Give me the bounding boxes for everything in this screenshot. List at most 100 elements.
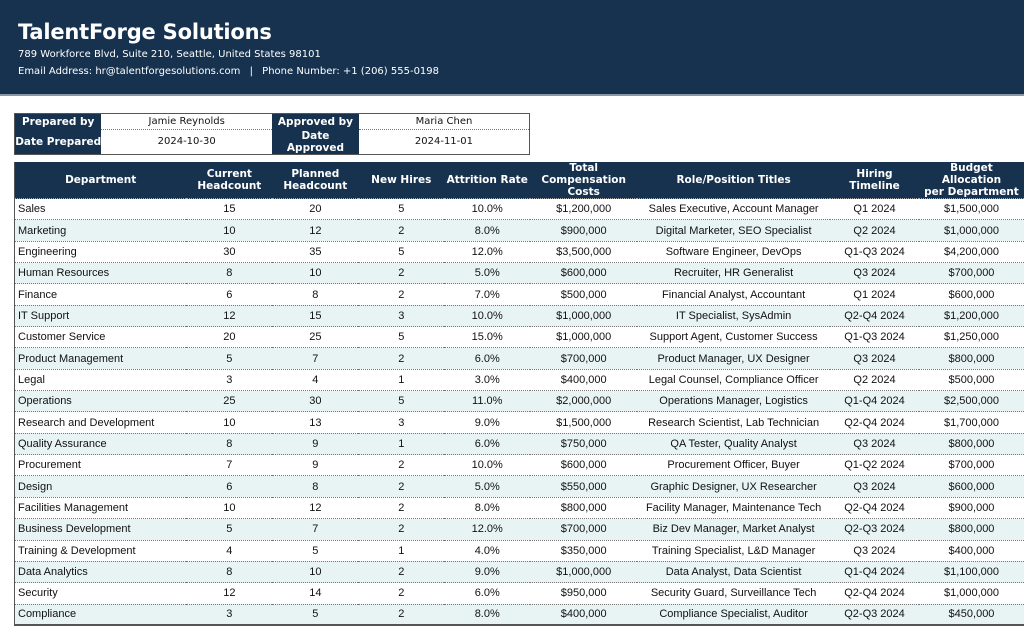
- cell-department: Design: [15, 476, 187, 497]
- cell-total-compensation: $750,000: [530, 433, 637, 454]
- approval-table: Prepared by Jamie Reynolds Approved by M…: [14, 113, 530, 155]
- cell-new-hires: 2: [358, 561, 444, 582]
- table-row: Facilities Management101228.0%$800,000Fa…: [15, 497, 1024, 518]
- cell-new-hires: 2: [358, 583, 444, 604]
- cell-new-hires: 2: [358, 604, 444, 625]
- prepared-by-label: Prepared by: [15, 114, 102, 130]
- cell-planned-headcount: 5: [272, 604, 358, 625]
- table-header-row: Department CurrentHeadcount PlannedHeadc…: [15, 162, 1024, 199]
- cell-department: Training & Development: [15, 540, 187, 561]
- cell-current-headcount: 15: [186, 199, 272, 220]
- cell-budget-allocation: $1,000,000: [919, 583, 1024, 604]
- cell-attrition-rate: 8.0%: [444, 497, 530, 518]
- cell-planned-headcount: 10: [272, 561, 358, 582]
- cell-hiring-timeline: Q1-Q3 2024: [830, 327, 919, 348]
- cell-attrition-rate: 4.0%: [444, 540, 530, 561]
- cell-hiring-timeline: Q1-Q4 2024: [830, 561, 919, 582]
- cell-planned-headcount: 8: [272, 284, 358, 305]
- cell-budget-allocation: $800,000: [919, 348, 1024, 369]
- cell-hiring-timeline: Q3 2024: [830, 433, 919, 454]
- cell-role-titles: Graphic Designer, UX Researcher: [637, 476, 830, 497]
- cell-attrition-rate: 3.0%: [444, 369, 530, 390]
- cell-budget-allocation: $1,500,000: [919, 199, 1024, 220]
- cell-total-compensation: $950,000: [530, 583, 637, 604]
- table-body: Sales1520510.0%$1,200,000Sales Executive…: [15, 199, 1024, 626]
- cell-new-hires: 2: [358, 455, 444, 476]
- cell-current-headcount: 6: [186, 284, 272, 305]
- cell-new-hires: 5: [358, 327, 444, 348]
- cell-planned-headcount: 9: [272, 433, 358, 454]
- table-row: Business Development57212.0%$700,000Biz …: [15, 519, 1024, 540]
- header-budget-allocation: Budget Allocationper Department: [919, 162, 1024, 199]
- cell-hiring-timeline: Q2 2024: [830, 220, 919, 241]
- workforce-plan-table: Department CurrentHeadcount PlannedHeadc…: [14, 162, 1024, 626]
- cell-hiring-timeline: Q2-Q4 2024: [830, 497, 919, 518]
- cell-planned-headcount: 15: [272, 305, 358, 326]
- cell-current-headcount: 8: [186, 263, 272, 284]
- cell-total-compensation: $550,000: [530, 476, 637, 497]
- cell-role-titles: Software Engineer, DevOps: [637, 241, 830, 262]
- cell-hiring-timeline: Q2 2024: [830, 369, 919, 390]
- cell-budget-allocation: $4,200,000: [919, 241, 1024, 262]
- cell-budget-allocation: $1,250,000: [919, 327, 1024, 348]
- cell-new-hires: 2: [358, 263, 444, 284]
- cell-department: Legal: [15, 369, 187, 390]
- cell-hiring-timeline: Q1-Q3 2024: [830, 241, 919, 262]
- cell-hiring-timeline: Q3 2024: [830, 348, 919, 369]
- table-row: Legal3413.0%$400,000Legal Counsel, Compl…: [15, 369, 1024, 390]
- cell-budget-allocation: $600,000: [919, 284, 1024, 305]
- cell-current-headcount: 5: [186, 348, 272, 369]
- cell-hiring-timeline: Q1 2024: [830, 199, 919, 220]
- header-new-hires: New Hires: [358, 162, 444, 199]
- table-row: Procurement79210.0%$600,000Procurement O…: [15, 455, 1024, 476]
- cell-hiring-timeline: Q2-Q4 2024: [830, 412, 919, 433]
- cell-current-headcount: 6: [186, 476, 272, 497]
- cell-attrition-rate: 12.0%: [444, 241, 530, 262]
- header-total-compensation: Total CompensationCosts: [530, 162, 637, 199]
- cell-budget-allocation: $2,500,000: [919, 391, 1024, 412]
- cell-department: Facilities Management: [15, 497, 187, 518]
- cell-department: Customer Service: [15, 327, 187, 348]
- cell-department: Human Resources: [15, 263, 187, 284]
- contact-separator: |: [250, 66, 253, 77]
- cell-hiring-timeline: Q1 2024: [830, 284, 919, 305]
- cell-budget-allocation: $800,000: [919, 519, 1024, 540]
- table-row: Operations2530511.0%$2,000,000Operations…: [15, 391, 1024, 412]
- cell-current-headcount: 20: [186, 327, 272, 348]
- cell-total-compensation: $400,000: [530, 369, 637, 390]
- cell-total-compensation: $350,000: [530, 540, 637, 561]
- cell-new-hires: 2: [358, 476, 444, 497]
- cell-current-headcount: 3: [186, 369, 272, 390]
- cell-current-headcount: 7: [186, 455, 272, 476]
- cell-planned-headcount: 7: [272, 519, 358, 540]
- cell-budget-allocation: $1,000,000: [919, 220, 1024, 241]
- table-row: Human Resources81025.0%$600,000Recruiter…: [15, 263, 1024, 284]
- cell-attrition-rate: 11.0%: [444, 391, 530, 412]
- cell-department: IT Support: [15, 305, 187, 326]
- cell-current-headcount: 10: [186, 412, 272, 433]
- table-row: Finance6827.0%$500,000Financial Analyst,…: [15, 284, 1024, 305]
- cell-current-headcount: 5: [186, 519, 272, 540]
- cell-role-titles: Security Guard, Surveillance Tech: [637, 583, 830, 604]
- cell-planned-headcount: 14: [272, 583, 358, 604]
- cell-role-titles: Legal Counsel, Compliance Officer: [637, 369, 830, 390]
- cell-budget-allocation: $500,000: [919, 369, 1024, 390]
- table-row: Training & Development4514.0%$350,000Tra…: [15, 540, 1024, 561]
- cell-new-hires: 2: [358, 497, 444, 518]
- cell-attrition-rate: 5.0%: [444, 476, 530, 497]
- cell-attrition-rate: 10.0%: [444, 455, 530, 476]
- cell-attrition-rate: 6.0%: [444, 433, 530, 454]
- cell-role-titles: Facility Manager, Maintenance Tech: [637, 497, 830, 518]
- cell-total-compensation: $1,000,000: [530, 327, 637, 348]
- approved-by-value: Maria Chen: [359, 114, 530, 130]
- cell-new-hires: 2: [358, 220, 444, 241]
- cell-new-hires: 2: [358, 284, 444, 305]
- cell-current-headcount: 10: [186, 497, 272, 518]
- company-header: TalentForge Solutions 789 Workforce Blvd…: [0, 0, 1024, 96]
- cell-budget-allocation: $450,000: [919, 604, 1024, 625]
- cell-role-titles: Financial Analyst, Accountant: [637, 284, 830, 305]
- cell-current-headcount: 8: [186, 433, 272, 454]
- cell-department: Quality Assurance: [15, 433, 187, 454]
- cell-attrition-rate: 6.0%: [444, 348, 530, 369]
- cell-current-headcount: 30: [186, 241, 272, 262]
